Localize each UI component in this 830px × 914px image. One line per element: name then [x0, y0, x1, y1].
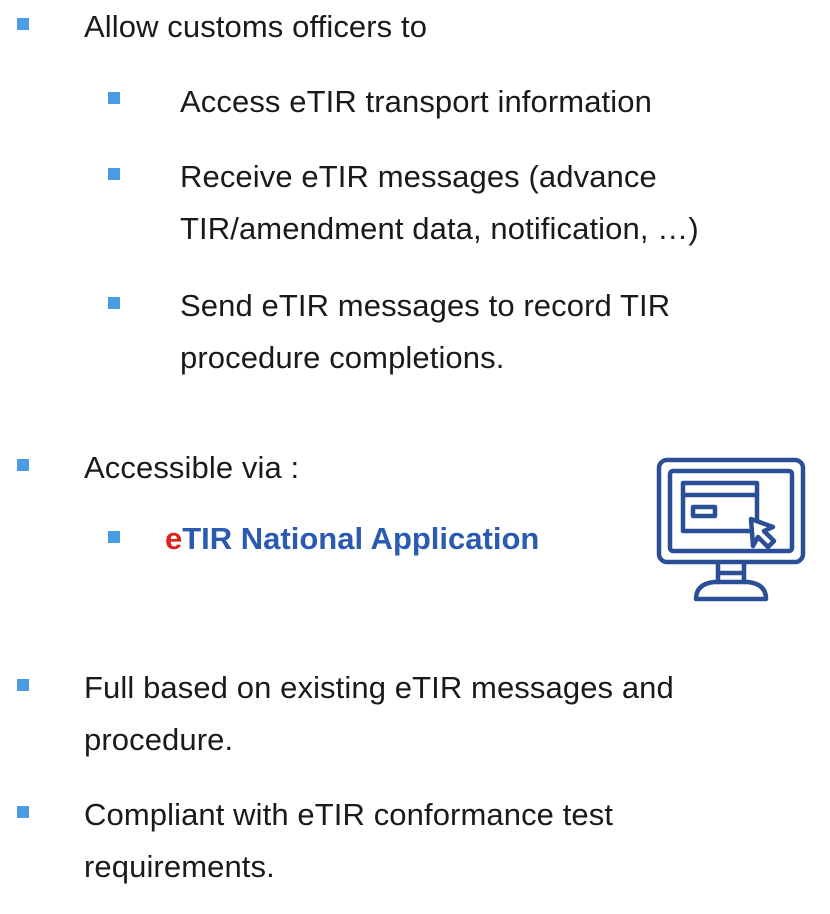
bullet-allow-customs: Allow customs officers to	[84, 9, 428, 44]
etir-national-application-label: eTIR National Application	[165, 515, 539, 563]
app-name-prefix: e	[165, 521, 183, 556]
bullet-full-based-line2: procedure.	[84, 722, 234, 757]
square-bullet-icon	[17, 459, 29, 471]
sub-bullet-receive-line2: TIR/amendment data, notification, …)	[180, 211, 699, 246]
square-bullet-icon	[17, 679, 29, 691]
square-bullet-icon	[108, 297, 120, 309]
sub-bullet-send-line1: Send eTIR messages to record TIR	[180, 288, 671, 323]
sub-bullet-access: Access eTIR transport information	[180, 84, 652, 119]
square-bullet-icon	[17, 806, 29, 818]
app-name-rest: TIR National Application	[182, 521, 540, 556]
square-bullet-icon	[108, 168, 120, 180]
computer-monitor-icon	[656, 457, 806, 602]
square-bullet-icon	[108, 92, 120, 104]
square-bullet-icon	[17, 18, 29, 30]
square-bullet-icon	[108, 531, 120, 543]
bullet-accessible-via: Accessible via :	[84, 450, 300, 485]
sub-bullet-receive-line1: Receive eTIR messages (advance	[180, 159, 657, 194]
sub-bullet-send-line2: procedure completions.	[180, 340, 505, 375]
bullet-compliant-line2: requirements.	[84, 849, 275, 884]
bullet-full-based-line1: Full based on existing eTIR messages and	[84, 670, 674, 705]
bullet-compliant-line1: Compliant with eTIR conformance test	[84, 797, 614, 832]
